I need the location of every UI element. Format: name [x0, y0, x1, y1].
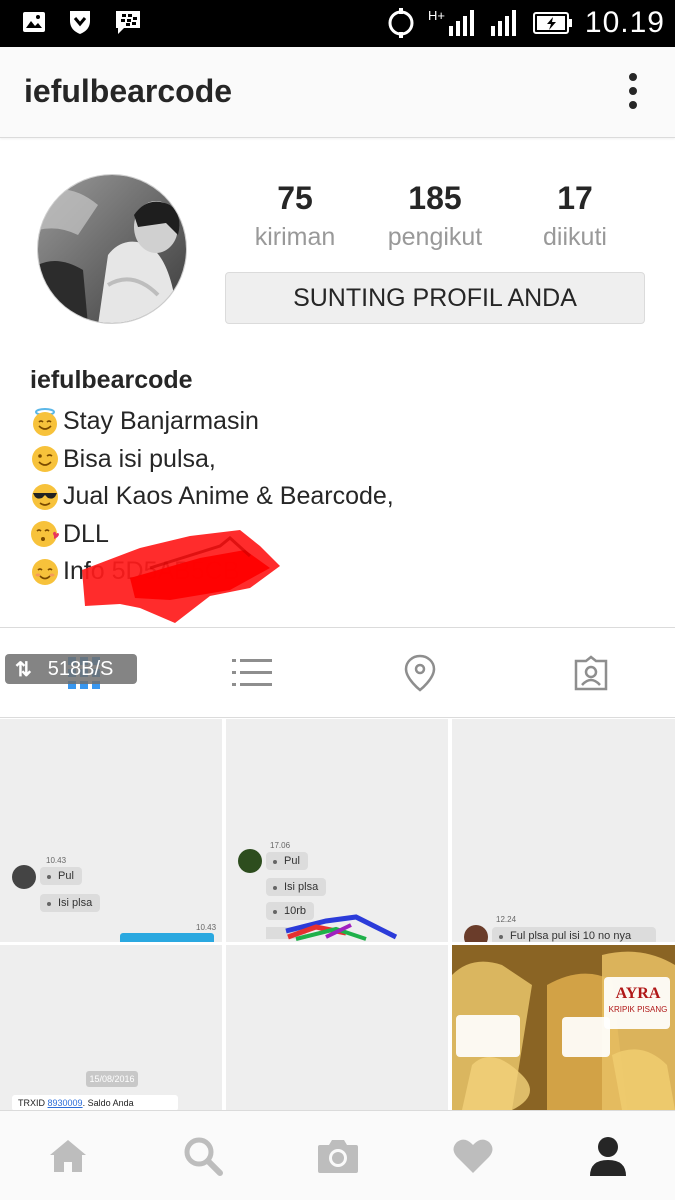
signal-icon: [448, 10, 474, 36]
bio-line: Jual Kaos Anime & Bearcode,: [30, 478, 394, 516]
stat-value: 185: [408, 180, 462, 216]
chat-time: 10.43: [46, 856, 67, 865]
stat-label: diikuti: [543, 223, 607, 251]
chat-bubble-outgoing: [120, 933, 214, 942]
stat-label: kiriman: [254, 223, 336, 251]
gallery-icon: [23, 12, 45, 32]
bottom-navigation: [0, 1110, 675, 1200]
network-speed-value: 518B/S: [47, 657, 114, 680]
home-icon: [49, 1140, 86, 1172]
red-scribble-redaction: [82, 530, 280, 623]
bio-text: Stay Banjarmasin: [63, 407, 259, 436]
chat-avatar: [12, 865, 36, 889]
grid-photo[interactable]: 15/08/2016 TRXID 8930009. Saldo Anda: [0, 945, 222, 1110]
chat-avatar: [464, 925, 488, 942]
tab-location[interactable]: [336, 628, 504, 718]
nav-profile[interactable]: [540, 1111, 675, 1200]
edit-profile-button[interactable]: SUNTING PROFIL ANDA: [225, 272, 645, 324]
avatar[interactable]: [37, 174, 187, 324]
stat-value: 75: [277, 180, 313, 216]
product-name: KRIPIK PISANG: [608, 1005, 668, 1014]
sync-icon: [388, 8, 414, 38]
bio-text: Bisa isi pulsa,: [63, 444, 216, 473]
status-bar: H+ 10.19: [0, 0, 675, 47]
followers-count[interactable]: 185 pengikut: [365, 180, 505, 252]
smiling-face-with-sunglasses-emoji: [32, 483, 58, 510]
chat-bubble: Isi plsa: [266, 878, 327, 896]
location-pin-icon: [404, 654, 436, 692]
bio-line: Stay Banjarmasin: [30, 403, 394, 441]
chat-bubble: Pul: [266, 852, 308, 870]
clock: 10.19: [584, 6, 665, 39]
chat-bubble: Ful plsa pul isi 10 no nya: [492, 927, 656, 942]
more-vertical-icon[interactable]: [627, 73, 639, 113]
bio-username: iefulbearcode: [30, 366, 193, 394]
product-brand: AYRA: [615, 985, 661, 1002]
stat-value: 17: [557, 180, 593, 216]
list-icon: [232, 659, 272, 686]
bio-text: Jual Kaos Anime & Bearcode,: [63, 482, 394, 511]
winking-face-emoji: [32, 446, 58, 473]
signal-icon: [490, 10, 516, 36]
color-scribble: [266, 914, 398, 941]
photo-grid: 10.43 Pul Isi plsa 10.43 17.06 Pul Isi p…: [0, 718, 675, 1110]
camera-icon: [317, 1140, 358, 1173]
trx-label: TRXID: [18, 1098, 45, 1108]
heart-icon: [453, 1139, 492, 1173]
smiling-face-with-halo-emoji: [33, 407, 57, 436]
tab-list[interactable]: [168, 628, 336, 718]
grid-photo[interactable]: AYRA KRIPIK PISANG: [452, 945, 675, 1110]
trx-id-link: 8930009: [47, 1098, 83, 1108]
chat-time: 12.24: [496, 915, 517, 924]
nav-activity[interactable]: [405, 1111, 540, 1200]
shield-icon: [70, 11, 90, 34]
network-type: H+: [427, 7, 445, 23]
chat-time: 17.06: [270, 841, 291, 850]
bio-line: Bisa isi pulsa,: [30, 441, 394, 479]
battery-charging-icon: [532, 12, 572, 34]
chat-bubble: TRXID 8930009. Saldo Anda: [12, 1095, 178, 1110]
chips-photo: [452, 945, 675, 1110]
grid-photo[interactable]: 10.43 Pul Isi plsa 10.43: [0, 719, 222, 942]
chat-bubble: Isi plsa: [40, 894, 101, 912]
network-speed-overlay: ⇅ 518B/S: [5, 654, 137, 684]
up-down-arrows-icon: ⇅: [15, 658, 32, 681]
grid-photo[interactable]: 12.24 Ful plsa pul isi 10 no nya: [452, 719, 675, 942]
chat-date: 15/08/2016: [86, 1071, 138, 1087]
face-blowing-kiss-emoji: [31, 521, 59, 548]
profile-tabs: ⇅ 518B/S: [0, 627, 675, 718]
blackberry-messenger-icon: [116, 11, 140, 34]
posts-count[interactable]: 75 kiriman: [225, 180, 365, 252]
following-count[interactable]: 17 diikuti: [505, 180, 645, 252]
app-bar: iefulbearcode: [0, 47, 675, 138]
nav-search[interactable]: [135, 1111, 270, 1200]
tagged-photos-icon: [574, 655, 608, 691]
nav-home[interactable]: [0, 1111, 135, 1200]
profile-stats: 75 kiriman 185 pengikut 17 diikuti: [225, 180, 645, 252]
profile-icon: [589, 1137, 626, 1176]
stat-label: pengikut: [387, 223, 483, 251]
chat-time: 10.43: [196, 923, 217, 932]
smiling-face-emoji: [32, 558, 58, 585]
grid-photo[interactable]: [226, 945, 448, 1110]
chat-avatar: [238, 849, 262, 873]
nav-camera[interactable]: [270, 1111, 405, 1200]
chat-bubble: Pul: [40, 867, 82, 885]
search-icon: [184, 1137, 223, 1176]
grid-photo[interactable]: 17.06 Pul Isi plsa 10rb: [226, 719, 448, 942]
page-title: iefulbearcode: [24, 73, 233, 109]
trx-text: . Saldo Anda: [82, 1098, 134, 1108]
tab-tagged[interactable]: [507, 628, 675, 718]
